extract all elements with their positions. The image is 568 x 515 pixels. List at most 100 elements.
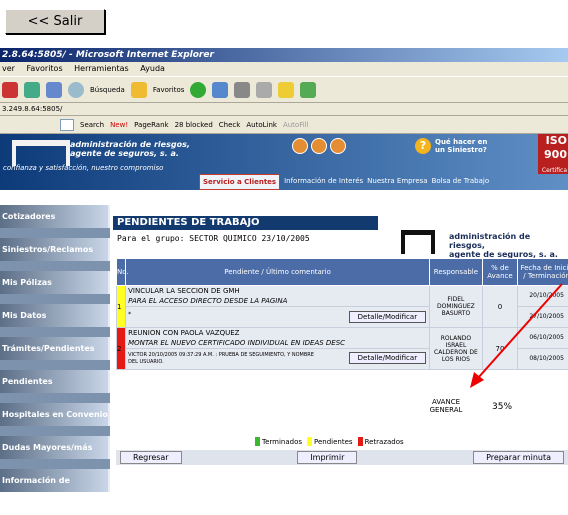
sidebar-item-faq[interactable]: Dudas Mayores/más: [0, 436, 110, 459]
home-icon[interactable]: [46, 82, 62, 98]
header-icons: [292, 138, 346, 154]
end-date: 27/10/2005: [518, 307, 568, 328]
spell-check-button[interactable]: Check: [219, 121, 241, 129]
favorites-icon[interactable]: [131, 82, 147, 98]
sidebar-item-pending[interactable]: Pendientes: [0, 370, 110, 393]
col-responsible: Responsable: [430, 259, 483, 286]
row-number: 2: [117, 328, 126, 370]
refresh-icon[interactable]: [24, 82, 40, 98]
menu-view[interactable]: ver: [2, 64, 15, 73]
back-button[interactable]: Regresar: [120, 451, 182, 464]
menu-help[interactable]: Ayuda: [140, 64, 165, 73]
window-title: 2.8.64:5805/ - Microsoft Internet Explor…: [0, 48, 568, 62]
overall-progress-value: 35%: [492, 402, 512, 412]
site-header: administración de riesgos,agente de segu…: [0, 134, 568, 190]
end-date: 08/10/2005: [518, 349, 568, 370]
pending-text: VINCULAR LA SECCION DE GMHPARA EL ACCESO…: [126, 286, 430, 307]
group-label: Para el grupo: SECTOR QUIMICO 23/10/2005: [117, 234, 310, 243]
company-logo-icon[interactable]: [12, 140, 70, 166]
progress-value: 0: [482, 286, 517, 328]
menu-tools[interactable]: Herramientas: [74, 64, 129, 73]
claim-help-link[interactable]: ? Qué hacer enun Siniestro?: [415, 138, 487, 154]
action-bar: Regresar Imprimir Preparar minuta: [116, 450, 568, 465]
site-nav: Servicio a Clientes Información de Inter…: [199, 174, 489, 190]
company-tagline: confianza y satisfacción, nuestro compro…: [3, 164, 163, 172]
mail-link-icon[interactable]: [330, 138, 346, 154]
col-progress: % de Avance: [482, 259, 517, 286]
start-date: 06/10/2005: [518, 328, 568, 349]
google-search-box[interactable]: [60, 119, 74, 131]
legend-pending: Pendientes: [314, 438, 353, 446]
print-icon[interactable]: [234, 82, 250, 98]
col-pending: Pendiente / Último comentario: [126, 259, 430, 286]
company-name: administración de riesgos,agente de segu…: [70, 140, 190, 158]
nav-company[interactable]: Nuestra Empresa: [367, 174, 427, 190]
sidebar-item-hospitals[interactable]: Hospitales en Convenio: [0, 403, 110, 426]
company-logo-icon-2: [401, 230, 435, 254]
sidebar-item-policies[interactable]: Mis Pólizas: [0, 271, 110, 294]
responsible: FIDEL DOMINGUEZ BASURTO: [430, 286, 483, 328]
contact-link-icon[interactable]: [311, 138, 327, 154]
overall-progress-label: AVANCEGENERAL: [420, 398, 472, 414]
pagerank-button[interactable]: PageRank: [134, 121, 168, 129]
sidebar-item-claims[interactable]: Siniestros/Reclamos: [0, 238, 110, 261]
google-search-button[interactable]: Search: [80, 121, 104, 129]
row-number: 1: [117, 286, 126, 328]
detail-button[interactable]: Detalle/Modificar: [349, 352, 426, 364]
table-header: No. Pendiente / Último comentario Respon…: [117, 259, 568, 286]
col-number: No.: [117, 259, 126, 286]
nav-client-service[interactable]: Servicio a Clientes: [199, 174, 280, 190]
messenger-icon[interactable]: [300, 82, 316, 98]
table-row: 1 VINCULAR LA SECCION DE GMHPARA EL ACCE…: [117, 286, 568, 307]
search-icon[interactable]: [68, 82, 84, 98]
prepare-minutes-button[interactable]: Preparar minuta: [473, 451, 564, 464]
legend-done: Terminados: [262, 438, 302, 446]
legend-done-swatch: [255, 437, 260, 446]
responsible: ROLANDO ISRAEL CALDERON DE LOS RIOS: [430, 328, 483, 370]
nav-info[interactable]: Información de Interés: [284, 174, 363, 190]
progress-value: 70: [482, 328, 517, 370]
sidebar-item-insurance-info[interactable]: Información de Seguros: [0, 469, 110, 492]
page-title: PENDIENTES DE TRABAJO: [113, 216, 378, 230]
folder-icon[interactable]: [278, 82, 294, 98]
sidebar-item-data[interactable]: Mis Datos: [0, 304, 110, 327]
popup-blocked-button[interactable]: 28 blocked: [175, 121, 213, 129]
iso-badge: ISO900Certifica: [538, 134, 568, 174]
exit-button[interactable]: << Salir: [5, 9, 105, 34]
detail-button[interactable]: Detalle/Modificar: [349, 311, 426, 323]
sidebar-item-procedures[interactable]: Trámites/Pendientes: [0, 337, 110, 360]
legend-late-swatch: [358, 437, 363, 446]
google-new-button[interactable]: New!: [110, 121, 128, 129]
edit-icon[interactable]: [256, 82, 272, 98]
media-icon[interactable]: [190, 82, 206, 98]
autofill-button[interactable]: AutoFill: [283, 121, 309, 129]
print-button[interactable]: Imprimir: [297, 451, 357, 464]
start-date: 20/10/2005: [518, 286, 568, 307]
nav-jobs[interactable]: Bolsa de Trabajo: [432, 174, 490, 190]
main-content: PENDIENTES DE TRABAJO Para el grupo: SEC…: [113, 213, 568, 477]
col-dates: Fecha de Inicio / Terminación: [518, 259, 568, 286]
browser-toolbar: Búsqueda Favoritos: [0, 76, 568, 103]
address-bar[interactable]: 3.249.8.64:5805/: [0, 103, 568, 116]
search-label[interactable]: Búsqueda: [90, 86, 125, 94]
autolink-button[interactable]: AutoLink: [246, 121, 277, 129]
mail-icon[interactable]: [212, 82, 228, 98]
status-legend: Terminados Pendientes Retrazados: [255, 437, 404, 446]
last-comment: *: [126, 310, 133, 319]
favorites-label[interactable]: Favoritos: [153, 86, 185, 94]
google-toolbar: Search New! PageRank 28 blocked Check Au…: [0, 116, 568, 134]
menu-bar: ver Favoritos Herramientas Ayuda: [0, 62, 568, 76]
sidebar-item-quotes[interactable]: Cotizadores: [0, 205, 110, 228]
company-logo-text: administración de riesgos,agente de segu…: [449, 232, 568, 259]
table-row: 2 REUNION CON PAOLA VAZQUEZMONTAR EL NUE…: [117, 328, 568, 349]
sidebar: Cotizadores Siniestros/Reclamos Mis Póli…: [0, 205, 110, 469]
legend-late: Retrazados: [365, 438, 404, 446]
question-icon: ?: [415, 138, 431, 154]
stop-icon[interactable]: [2, 82, 18, 98]
last-comment: VICTOR 20/10/2005 09:37:29 A.M. : PRUEBA…: [126, 351, 326, 367]
home-link-icon[interactable]: [292, 138, 308, 154]
menu-favorites[interactable]: Favoritos: [27, 64, 63, 73]
pending-text: REUNION CON PAOLA VAZQUEZMONTAR EL NUEVO…: [126, 328, 430, 349]
pending-table: No. Pendiente / Último comentario Respon…: [116, 258, 568, 370]
legend-pending-swatch: [307, 437, 312, 446]
